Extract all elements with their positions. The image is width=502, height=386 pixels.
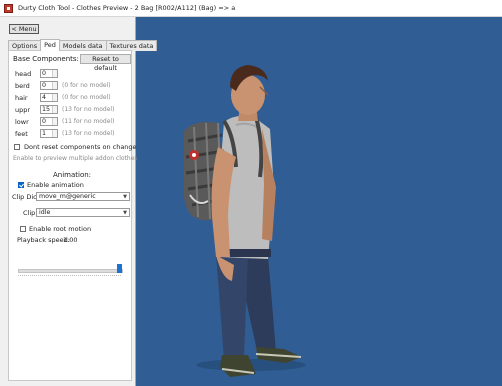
playback-speed-slider-track[interactable]	[18, 269, 123, 273]
component-hint-berd: (0 for no model)	[62, 82, 111, 89]
tab-bar: Options Ped Models data Textures data	[8, 39, 158, 51]
enable-animation-checkbox[interactable]	[18, 182, 24, 188]
dont-reset-checkbox[interactable]	[14, 144, 20, 150]
slider-ticks	[18, 275, 121, 278]
component-label-berd: berd	[15, 82, 30, 90]
chevron-down-icon: ▼	[123, 210, 127, 216]
base-components-heading: Base Components:	[13, 55, 79, 63]
component-input-head[interactable]: 0	[40, 69, 58, 78]
clip-value: idle	[39, 209, 51, 216]
multiple-addon-note: Enable to preview multiple addon clothes	[13, 155, 138, 162]
chevron-down-icon: ▼	[123, 194, 127, 200]
component-hint-uppr: (13 for no model)	[62, 106, 115, 113]
dont-reset-label[interactable]: Dont reset components on change	[24, 143, 137, 151]
component-label-lowr: lowr	[15, 118, 29, 126]
component-label-uppr: uppr	[15, 106, 31, 114]
clip-dict-select[interactable]: move_m@generic ▼	[36, 192, 130, 201]
app-icon	[4, 3, 13, 13]
component-input-uppr[interactable]: 15	[40, 105, 58, 114]
component-hint-lowr: (11 for no model)	[62, 118, 115, 125]
character-model	[184, 65, 306, 377]
3d-preview-viewport[interactable]	[136, 17, 502, 386]
component-hint-hair: (0 for no model)	[62, 94, 111, 101]
component-label-head: head	[15, 70, 32, 78]
enable-animation-label[interactable]: Enable animation	[27, 181, 84, 189]
component-label-hair: hair	[15, 94, 28, 102]
component-label-feet: feet	[15, 130, 28, 138]
component-input-berd[interactable]: 0	[40, 81, 58, 90]
side-panel: < Menu Options Ped Models data Textures …	[0, 17, 158, 386]
component-hint-feet: (13 for no model)	[62, 130, 115, 137]
window-title: Durty Cloth Tool - Clothes Preview - 2 B…	[18, 4, 236, 12]
tab-ped[interactable]: Ped	[40, 39, 60, 51]
root-motion-label[interactable]: Enable root motion	[29, 225, 91, 233]
title-bar: Durty Cloth Tool - Clothes Preview - 2 B…	[0, 0, 502, 17]
clip-dict-value: move_m@generic	[39, 193, 96, 200]
root-motion-checkbox[interactable]	[20, 226, 26, 232]
component-input-hair[interactable]: 4	[40, 93, 58, 102]
reset-to-default-button[interactable]: Reset to default	[80, 54, 131, 72]
playback-speed-slider-thumb[interactable]	[117, 264, 122, 273]
clip-select[interactable]: idle ▼	[36, 208, 130, 217]
menu-button[interactable]: < Menu	[9, 24, 39, 34]
component-input-lowr[interactable]: 0	[40, 117, 58, 126]
playback-speed-value: 1.00	[63, 236, 78, 244]
playback-speed-label: Playback speed:	[17, 236, 70, 244]
ped-tab-content: Base Components: Reset to default head 0…	[8, 50, 138, 381]
component-input-feet[interactable]: 1	[40, 129, 58, 138]
animation-heading: Animation:	[53, 171, 92, 179]
